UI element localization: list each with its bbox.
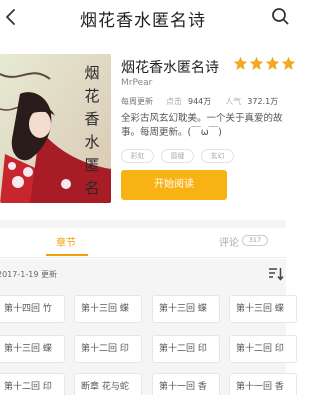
sort-icon[interactable] bbox=[268, 267, 284, 281]
book-stats: 每周更新 点击 944万 人气 372.1万 bbox=[121, 96, 278, 107]
chapter-item[interactable]: 第十三回 蝶 bbox=[152, 295, 220, 323]
tag-chip[interactable]: 彩虹 bbox=[121, 149, 154, 163]
star-icon bbox=[265, 56, 280, 70]
clicks-value: 944万 bbox=[188, 97, 212, 106]
comment-count-badge: 317 bbox=[242, 235, 268, 246]
chapter-item[interactable]: 第十一回 香 bbox=[152, 373, 220, 395]
chapter-item[interactable]: 第十三回 蝶 bbox=[229, 295, 297, 323]
tab-comments[interactable]: 评论 bbox=[219, 234, 239, 249]
last-update-date: 2017-1-19 更新 bbox=[0, 270, 57, 279]
star-icon bbox=[249, 56, 264, 70]
tag-chip[interactable]: 唇缝 bbox=[161, 149, 194, 163]
tag-chip[interactable]: 玄幻 bbox=[201, 149, 234, 163]
star-icon bbox=[233, 56, 248, 70]
chapter-item[interactable]: 断章 花与蛇 bbox=[74, 373, 142, 395]
cover-title-char-5: 匿 bbox=[84, 156, 99, 174]
chapter-item[interactable]: 第十二回 印 bbox=[229, 335, 297, 363]
tab-chapters[interactable]: 章节 bbox=[56, 234, 76, 249]
book-description: 全彩古风玄幻耽美。一个关于真爱的故事。每周更新。(￣ω￣) bbox=[121, 113, 283, 138]
popularity-value: 372.1万 bbox=[247, 97, 279, 106]
chapter-item[interactable]: 第十二回 印 bbox=[74, 335, 142, 363]
chapter-item[interactable]: 第十二回 印 bbox=[152, 335, 220, 363]
chapter-item[interactable]: 第十二回 印 bbox=[0, 373, 65, 395]
cover-title-char-6: 名 bbox=[84, 179, 99, 197]
clicks-label: 点击 bbox=[166, 97, 182, 106]
rating-stars bbox=[233, 56, 296, 71]
search-icon[interactable] bbox=[271, 7, 289, 25]
tag-list: 彩虹 唇缝 玄幻 bbox=[121, 149, 234, 163]
chapter-item[interactable]: 第十三回 蝶 bbox=[0, 335, 65, 363]
chapter-item[interactable]: 第十四回 竹 bbox=[0, 295, 65, 323]
book-cover-image[interactable]: 烟 花 香 水 匿 名 bbox=[0, 54, 111, 203]
active-tab-indicator bbox=[46, 254, 88, 256]
chapter-item[interactable]: 第十一回 香 bbox=[229, 373, 297, 395]
cover-title-char-1: 烟 bbox=[84, 64, 99, 82]
page-title: 烟花香水匿名诗 bbox=[80, 11, 206, 31]
update-frequency: 每周更新 bbox=[121, 97, 153, 106]
star-icon bbox=[281, 56, 296, 70]
chapter-item[interactable]: 第十三回 蝶 bbox=[74, 295, 142, 323]
cover-title-char-4: 水 bbox=[84, 133, 99, 151]
author-name[interactable]: MrPear bbox=[121, 78, 152, 88]
content-tabs: 章节 评论 317 bbox=[0, 228, 286, 258]
start-reading-button[interactable]: 开始阅读 bbox=[121, 170, 227, 200]
book-title: 烟花香水匿名诗 bbox=[121, 60, 219, 76]
popularity-label: 人气 bbox=[225, 97, 242, 106]
section-divider bbox=[0, 220, 286, 228]
cover-title-char-2: 花 bbox=[84, 87, 99, 105]
cover-title-char-3: 香 bbox=[84, 110, 99, 128]
top-bar: 烟花香水匿名诗 bbox=[0, 0, 289, 34]
